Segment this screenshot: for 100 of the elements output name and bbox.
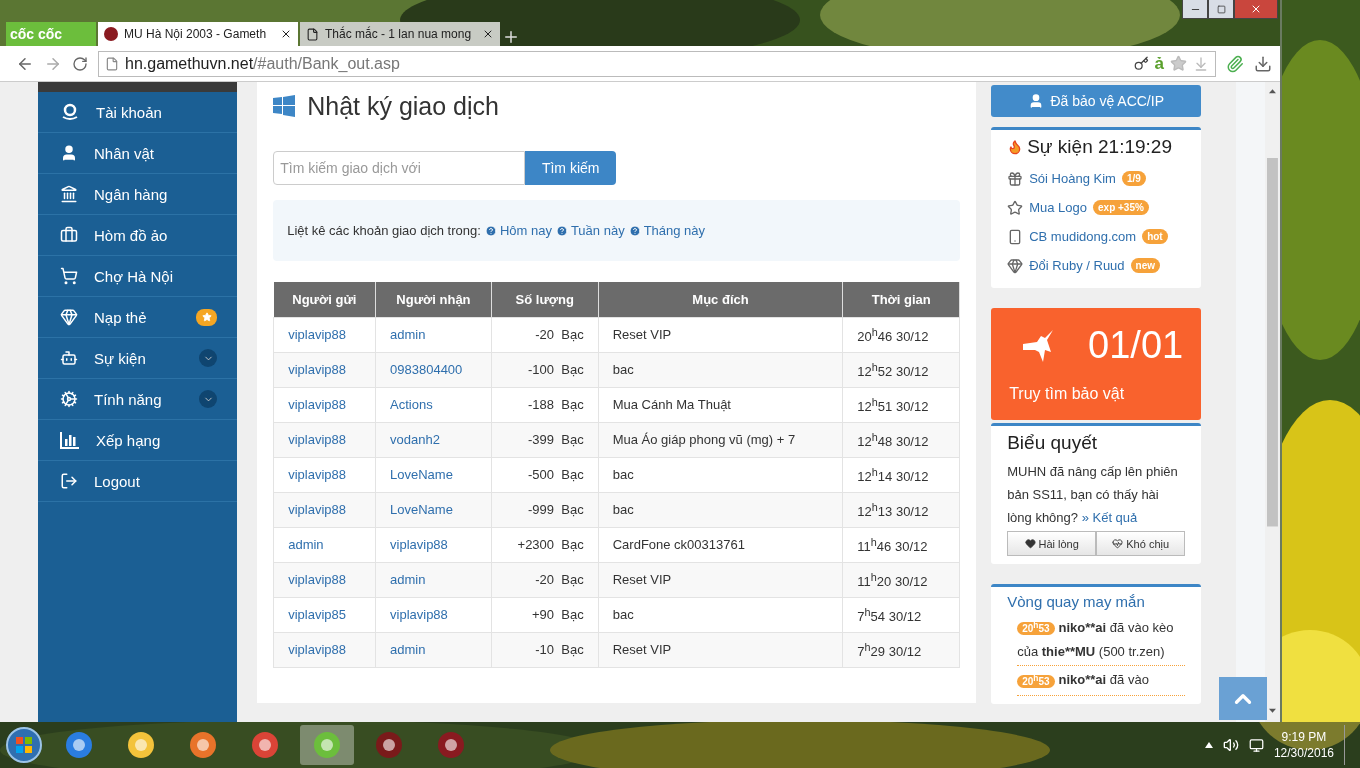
recipient-link[interactable]: admin [375, 317, 492, 352]
amount-cell: -100 Bạc [491, 352, 599, 387]
event-badge: hot [1142, 229, 1168, 244]
input-method-indicator[interactable]: ả [1154, 53, 1164, 74]
filter-link[interactable]: Tháng này [628, 223, 706, 238]
clock[interactable]: 9:19 PM 12/30/2016 [1273, 730, 1334, 760]
time-cell: 12$^{h}$51 30/12 [842, 387, 960, 422]
gears-icon [60, 390, 78, 408]
sender-link[interactable]: viplavip88 [273, 457, 376, 492]
results-link[interactable]: » Kết quả [1081, 510, 1138, 525]
close-icon[interactable] [482, 28, 494, 40]
filter-link[interactable]: Tuần này [555, 223, 625, 238]
sidebar-item[interactable]: Nhân vật [38, 133, 238, 174]
protect-button[interactable]: Đã bảo vệ ACC/IP [991, 85, 1202, 117]
robot-icon [60, 349, 78, 367]
taskbar-app-icon[interactable] [436, 730, 466, 760]
purpose-cell: Mua Áo giáp phong vũ (mg) + 7 [598, 422, 843, 457]
search-button[interactable]: Tìm kiếm [525, 151, 617, 185]
amount-cell: -10 Bạc [491, 632, 599, 667]
reload-icon[interactable] [72, 55, 88, 72]
help-icon [484, 224, 497, 237]
back-to-top-button[interactable] [1219, 677, 1267, 720]
treasure-card[interactable]: 01/01 Truy tìm bảo vật [991, 308, 1202, 420]
logout-icon [60, 472, 78, 490]
time-cell: 12$^{h}$48 30/12 [842, 422, 960, 457]
purpose-cell: Mua Cánh Ma Thuật [598, 387, 843, 422]
card-title: Vòng quay may mắn [1007, 593, 1146, 610]
event-link[interactable]: Đổi Ruby / Ruud [1029, 258, 1125, 273]
vote-button[interactable]: Khó chịu [1096, 531, 1186, 556]
gift-icon [1007, 170, 1024, 187]
minimize-button[interactable] [1182, 0, 1208, 19]
search-field[interactable]: Tìm kiếm giao dịch với [273, 151, 526, 185]
close-icon[interactable] [280, 28, 292, 40]
sender-link[interactable]: viplavip88 [273, 387, 376, 422]
start-button[interactable] [4, 725, 44, 765]
taskbar-app-icon[interactable] [126, 730, 156, 760]
taskbar-app-icon[interactable] [374, 730, 404, 760]
sender-link[interactable]: viplavip88 [273, 562, 376, 597]
key-icon[interactable] [1133, 56, 1149, 71]
sender-link[interactable]: viplavip88 [273, 632, 376, 667]
bank-icon [60, 185, 78, 203]
column-header: Người gửi [273, 282, 376, 317]
sidebar-item[interactable]: Tính năng [38, 379, 238, 420]
download-icon[interactable] [1254, 54, 1272, 73]
taskbar-app-icon[interactable] [250, 730, 280, 760]
browser-tab[interactable]: Thắc mắc - 1 lan nua mong [300, 22, 500, 46]
sidebar-item[interactable]: Xếp hạng [38, 420, 238, 461]
taskbar-app-icon[interactable] [188, 730, 218, 760]
sidebar-item[interactable]: Tài khoản [38, 92, 238, 133]
recipient-link[interactable]: vodanh2 [375, 422, 492, 457]
sender-link[interactable]: viplavip88 [273, 352, 376, 387]
new-tab-icon[interactable] [502, 28, 520, 46]
star-icon[interactable] [1170, 55, 1187, 72]
amount-cell: -188 Bạc [491, 387, 599, 422]
purpose-cell: bac [598, 352, 843, 387]
sender-link[interactable]: viplavip88 [273, 422, 376, 457]
amount-cell: +2300 Bạc [491, 527, 599, 562]
network-icon[interactable] [1248, 737, 1264, 753]
vote-button[interactable]: Hài lòng [1007, 531, 1097, 556]
close-icon [1250, 3, 1262, 15]
paperclip-icon[interactable] [1226, 54, 1244, 73]
amount-cell: -999 Bạc [491, 492, 599, 527]
recipient-link[interactable]: 0983804400 [375, 352, 492, 387]
filter-label: Liệt kê các khoản giao dịch trong: [287, 223, 481, 238]
maximize-icon [1216, 4, 1226, 14]
event-link[interactable]: Mua Logo [1029, 200, 1087, 215]
event-link[interactable]: CB mudidong.com [1029, 229, 1137, 244]
recipient-link[interactable]: admin [375, 562, 492, 597]
filter-link[interactable]: Hôm nay [484, 223, 552, 238]
purpose-cell: bac [598, 492, 843, 527]
tray-arrow-icon[interactable] [1204, 742, 1213, 748]
sidebar-item[interactable]: Chợ Hà Nội [38, 256, 238, 297]
browser-tab[interactable]: MU Hà Nội 2003 - Gameth [98, 22, 298, 46]
sidebar-item[interactable]: Nạp thẻ [38, 297, 238, 338]
sidebar-item[interactable]: Ngân hàng [38, 174, 238, 215]
sidebar-item[interactable]: Logout [38, 461, 238, 502]
game-icon [104, 27, 118, 41]
sender-link[interactable]: viplavip88 [273, 492, 376, 527]
recipient-link[interactable]: Actions [375, 387, 492, 422]
bar-chart-icon [60, 431, 80, 449]
maximize-button[interactable] [1208, 0, 1234, 19]
card-title: Biểu quyết [1007, 432, 1097, 454]
sender-link[interactable]: viplavip88 [273, 317, 376, 352]
time-cell: 7$^{h}$54 30/12 [842, 597, 960, 632]
purpose-cell: bac [598, 597, 843, 632]
recipient-link[interactable]: LoveName [375, 457, 492, 492]
recipient-link[interactable]: viplavip88 [375, 527, 492, 562]
heart-pulse-icon [1112, 538, 1124, 549]
sender-link[interactable]: viplavip85 [273, 597, 376, 632]
recipient-link[interactable]: LoveName [375, 492, 492, 527]
address-field[interactable]: hn.gamethuvn.net/#auth/Bank_out.asp ả [98, 50, 1216, 77]
purpose-cell: Reset VIP [598, 317, 843, 352]
recipient-link[interactable]: admin [375, 632, 492, 667]
recipient-link[interactable]: viplavip88 [375, 597, 492, 632]
taskbar-app-icon[interactable] [64, 730, 94, 760]
sidebar-item[interactable]: Hòm đồ ảo [38, 215, 238, 256]
sender-link[interactable]: admin [273, 527, 376, 562]
event-link[interactable]: Sói Hoàng Kim [1029, 171, 1116, 186]
volume-icon[interactable] [1222, 737, 1239, 753]
sidebar-item[interactable]: Sự kiện [38, 338, 238, 379]
